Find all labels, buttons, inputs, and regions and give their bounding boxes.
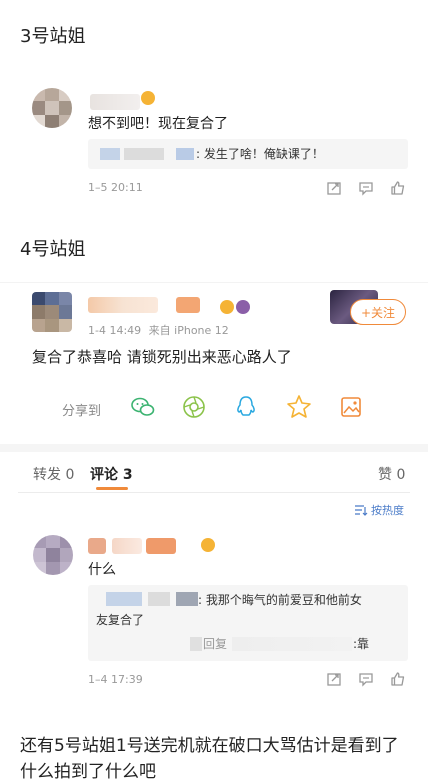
username-blurred[interactable] — [112, 538, 142, 554]
avatar[interactable] — [32, 292, 72, 332]
save-image-icon[interactable] — [338, 394, 364, 420]
wechat-icon[interactable] — [130, 394, 156, 420]
like-icon[interactable] — [390, 671, 406, 687]
repost-icon[interactable] — [326, 180, 342, 196]
reply-username-blurred[interactable] — [100, 148, 120, 160]
sort-button[interactable]: 按热度 — [371, 502, 404, 518]
tab-active-indicator — [96, 487, 128, 490]
reply-username-blurred[interactable] — [148, 592, 170, 606]
tab-comment[interactable]: 评论 3 — [90, 464, 133, 484]
reply-username-blurred[interactable] — [176, 148, 194, 160]
username-blurred[interactable] — [146, 538, 176, 554]
section-divider — [0, 444, 428, 452]
post-text: 复合了恭喜哈 请锁死别出来恶心路人了 — [32, 348, 292, 366]
post-date: 1-4 14:49 — [88, 324, 142, 337]
username-blurred[interactable] — [176, 297, 200, 313]
vip-badge-icon — [201, 538, 215, 552]
divider — [0, 282, 428, 283]
sort-icon[interactable] — [354, 502, 368, 516]
avatar[interactable] — [32, 88, 72, 128]
comment-time: 1–4 17:39 — [88, 673, 143, 686]
comment-icon[interactable] — [358, 671, 374, 687]
tab-repost[interactable]: 转发 0 — [33, 464, 74, 484]
reply-text-tail: :靠 — [353, 637, 370, 651]
reply-text: : 发生了啥！俺缺课了！ — [196, 147, 324, 161]
moments-icon[interactable] — [181, 394, 207, 420]
reply-text-line2: 友复合了 — [96, 613, 145, 627]
divider — [18, 492, 410, 493]
reply-username-blurred[interactable] — [106, 592, 142, 606]
reply-more-link[interactable]: 回复 — [203, 633, 227, 655]
comment-text: 想不到吧！现在复合了 — [88, 116, 228, 132]
reply-username-blurred[interactable] — [176, 592, 198, 606]
follow-button[interactable]: +关注 — [350, 299, 406, 325]
section-3-heading: 3号站姐 — [20, 26, 86, 47]
vip-badge-icon — [220, 300, 234, 314]
username-blurred[interactable] — [88, 538, 106, 554]
avatar[interactable] — [33, 535, 73, 575]
username-blurred[interactable] — [90, 94, 140, 110]
section-4-heading: 4号站姐 — [20, 239, 86, 260]
post-source: 来自 iPhone 12 — [148, 324, 229, 337]
comment-icon[interactable] — [358, 180, 374, 196]
qzone-icon[interactable] — [286, 394, 312, 420]
reply-username-blurred[interactable] — [124, 148, 164, 160]
qq-icon[interactable] — [233, 394, 259, 420]
comment-time: 1–5 20:11 — [88, 181, 143, 194]
comment-text: 什么 — [88, 562, 116, 578]
reply-username-blurred[interactable] — [190, 637, 202, 651]
repost-icon[interactable] — [326, 671, 342, 687]
member-badge-icon — [236, 300, 250, 314]
reply-username-blurred[interactable] — [232, 637, 352, 651]
like-icon[interactable] — [390, 180, 406, 196]
vip-badge-icon — [141, 91, 155, 105]
share-label: 分享到 — [62, 404, 102, 419]
footer-text: 还有5号站姐1号送完机就在破口大骂估计是看到了什么拍到了什么吧 — [20, 736, 399, 782]
username-blurred[interactable] — [88, 297, 158, 313]
reply-text-line1: : 我那个晦气的前爱豆和他前女 — [198, 593, 362, 607]
tab-like[interactable]: 赞 0 — [378, 464, 405, 484]
